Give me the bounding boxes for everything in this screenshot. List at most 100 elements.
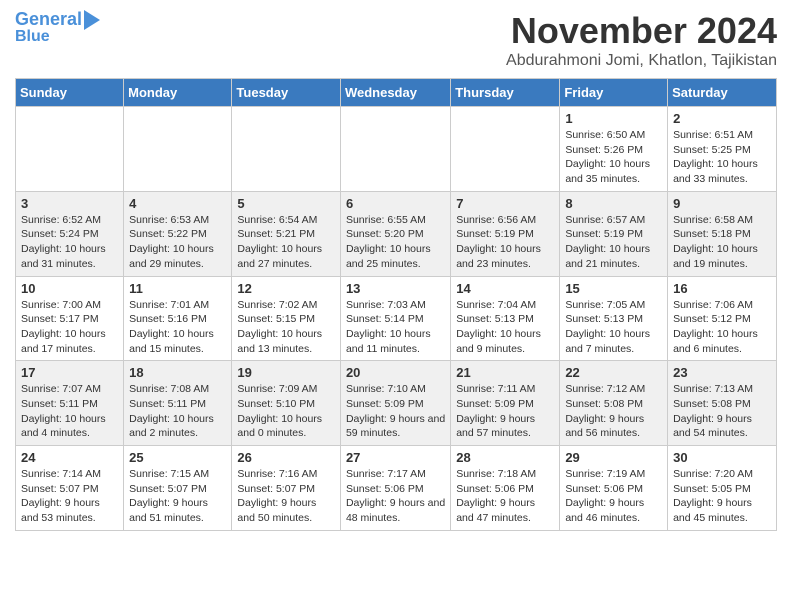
day-info: Sunrise: 6:58 AM Sunset: 5:18 PM Dayligh… [673,213,771,272]
month-title: November 2024 [506,10,777,52]
logo-general: General [15,9,82,29]
day-cell [124,107,232,192]
day-cell: 29 Sunrise: 7:19 AM Sunset: 5:06 PM Dayli… [560,446,668,531]
day-info: Sunrise: 7:10 AM Sunset: 5:09 PM Dayligh… [346,382,445,441]
day-number: 18 [129,365,226,380]
day-info: Sunrise: 7:16 AM Sunset: 5:07 PM Dayligh… [237,467,335,526]
header-cell-monday: Monday [124,79,232,107]
header-cell-saturday: Saturday [668,79,777,107]
day-info: Sunrise: 7:20 AM Sunset: 5:05 PM Dayligh… [673,467,771,526]
day-cell: 10 Sunrise: 7:00 AM Sunset: 5:17 PM Dayli… [16,276,124,361]
day-cell: 30 Sunrise: 7:20 AM Sunset: 5:05 PM Dayli… [668,446,777,531]
day-number: 10 [21,281,118,296]
day-number: 20 [346,365,445,380]
day-number: 24 [21,450,118,465]
day-number: 27 [346,450,445,465]
day-info: Sunrise: 6:53 AM Sunset: 5:22 PM Dayligh… [129,213,226,272]
day-info: Sunrise: 7:03 AM Sunset: 5:14 PM Dayligh… [346,298,445,357]
day-number: 17 [21,365,118,380]
day-number: 19 [237,365,335,380]
day-number: 2 [673,111,771,126]
day-number: 22 [565,365,662,380]
day-cell: 5 Sunrise: 6:54 AM Sunset: 5:21 PM Daylig… [232,191,341,276]
week-row-4: 17 Sunrise: 7:07 AM Sunset: 5:11 PM Dayli… [16,361,777,446]
day-info: Sunrise: 7:01 AM Sunset: 5:16 PM Dayligh… [129,298,226,357]
day-number: 28 [456,450,554,465]
day-info: Sunrise: 6:52 AM Sunset: 5:24 PM Dayligh… [21,213,118,272]
day-info: Sunrise: 7:05 AM Sunset: 5:13 PM Dayligh… [565,298,662,357]
day-cell [340,107,450,192]
logo-text: General [15,10,82,30]
day-info: Sunrise: 7:00 AM Sunset: 5:17 PM Dayligh… [21,298,118,357]
day-cell: 28 Sunrise: 7:18 AM Sunset: 5:06 PM Dayli… [451,446,560,531]
day-cell: 17 Sunrise: 7:07 AM Sunset: 5:11 PM Dayli… [16,361,124,446]
day-number: 4 [129,196,226,211]
day-cell [232,107,341,192]
day-number: 30 [673,450,771,465]
day-info: Sunrise: 6:56 AM Sunset: 5:19 PM Dayligh… [456,213,554,272]
day-info: Sunrise: 7:19 AM Sunset: 5:06 PM Dayligh… [565,467,662,526]
day-number: 29 [565,450,662,465]
day-number: 6 [346,196,445,211]
header-row: SundayMondayTuesdayWednesdayThursdayFrid… [16,79,777,107]
day-number: 1 [565,111,662,126]
day-cell: 26Sunrise: 7:16 AM Sunset: 5:07 PM Dayli… [232,446,341,531]
day-cell: 4 Sunrise: 6:53 AM Sunset: 5:22 PM Daylig… [124,191,232,276]
day-cell: 24Sunrise: 7:14 AM Sunset: 5:07 PM Dayli… [16,446,124,531]
week-row-3: 10 Sunrise: 7:00 AM Sunset: 5:17 PM Dayli… [16,276,777,361]
day-number: 21 [456,365,554,380]
day-number: 13 [346,281,445,296]
day-info: Sunrise: 7:13 AM Sunset: 5:08 PM Dayligh… [673,382,771,441]
day-info: Sunrise: 6:55 AM Sunset: 5:20 PM Dayligh… [346,213,445,272]
week-row-5: 24Sunrise: 7:14 AM Sunset: 5:07 PM Dayli… [16,446,777,531]
day-cell: 1 Sunrise: 6:50 AM Sunset: 5:26 PM Daylig… [560,107,668,192]
day-number: 15 [565,281,662,296]
day-cell: 19 Sunrise: 7:09 AM Sunset: 5:10 PM Dayli… [232,361,341,446]
day-info: Sunrise: 6:57 AM Sunset: 5:19 PM Dayligh… [565,213,662,272]
day-cell: 12Sunrise: 7:02 AM Sunset: 5:15 PM Dayli… [232,276,341,361]
day-cell: 6 Sunrise: 6:55 AM Sunset: 5:20 PM Daylig… [340,191,450,276]
header-cell-thursday: Thursday [451,79,560,107]
day-info: Sunrise: 7:09 AM Sunset: 5:10 PM Dayligh… [237,382,335,441]
day-info: Sunrise: 7:12 AM Sunset: 5:08 PM Dayligh… [565,382,662,441]
week-row-1: 1 Sunrise: 6:50 AM Sunset: 5:26 PM Daylig… [16,107,777,192]
day-info: Sunrise: 7:02 AM Sunset: 5:15 PM Dayligh… [237,298,335,357]
page: General Blue November 2024 Abdurahmoni J… [0,0,792,541]
day-number: 9 [673,196,771,211]
day-number: 5 [237,196,335,211]
day-number: 16 [673,281,771,296]
day-info: Sunrise: 7:17 AM Sunset: 5:06 PM Dayligh… [346,467,445,526]
day-cell: 25Sunrise: 7:15 AM Sunset: 5:07 PM Dayli… [124,446,232,531]
day-cell: 18Sunrise: 7:08 AM Sunset: 5:11 PM Dayli… [124,361,232,446]
day-number: 7 [456,196,554,211]
header-cell-wednesday: Wednesday [340,79,450,107]
day-cell: 22 Sunrise: 7:12 AM Sunset: 5:08 PM Dayli… [560,361,668,446]
day-cell: 7 Sunrise: 6:56 AM Sunset: 5:19 PM Daylig… [451,191,560,276]
day-cell: 13 Sunrise: 7:03 AM Sunset: 5:14 PM Dayli… [340,276,450,361]
day-cell: 14 Sunrise: 7:04 AM Sunset: 5:13 PM Dayli… [451,276,560,361]
day-info: Sunrise: 7:07 AM Sunset: 5:11 PM Dayligh… [21,382,118,441]
logo: General Blue [15,10,100,46]
day-info: Sunrise: 7:06 AM Sunset: 5:12 PM Dayligh… [673,298,771,357]
day-cell: 2 Sunrise: 6:51 AM Sunset: 5:25 PM Daylig… [668,107,777,192]
day-number: 3 [21,196,118,211]
day-info: Sunrise: 6:50 AM Sunset: 5:26 PM Dayligh… [565,128,662,187]
day-cell: 21Sunrise: 7:11 AM Sunset: 5:09 PM Dayli… [451,361,560,446]
day-cell: 11Sunrise: 7:01 AM Sunset: 5:16 PM Dayli… [124,276,232,361]
day-info: Sunrise: 6:54 AM Sunset: 5:21 PM Dayligh… [237,213,335,272]
location: Abdurahmoni Jomi, Khatlon, Tajikistan [506,52,777,70]
day-cell: 9 Sunrise: 6:58 AM Sunset: 5:18 PM Daylig… [668,191,777,276]
day-number: 14 [456,281,554,296]
title-block: November 2024 Abdurahmoni Jomi, Khatlon,… [506,10,777,70]
day-cell: 8Sunrise: 6:57 AM Sunset: 5:19 PM Daylig… [560,191,668,276]
day-info: Sunrise: 7:18 AM Sunset: 5:06 PM Dayligh… [456,467,554,526]
day-cell: 23 Sunrise: 7:13 AM Sunset: 5:08 PM Dayli… [668,361,777,446]
calendar-table: SundayMondayTuesdayWednesdayThursdayFrid… [15,78,777,531]
logo-blue: Blue [15,28,50,46]
header: General Blue November 2024 Abdurahmoni J… [15,10,777,70]
day-cell: 3 Sunrise: 6:52 AM Sunset: 5:24 PM Daylig… [16,191,124,276]
day-info: Sunrise: 6:51 AM Sunset: 5:25 PM Dayligh… [673,128,771,187]
day-info: Sunrise: 7:15 AM Sunset: 5:07 PM Dayligh… [129,467,226,526]
day-info: Sunrise: 7:04 AM Sunset: 5:13 PM Dayligh… [456,298,554,357]
day-number: 23 [673,365,771,380]
